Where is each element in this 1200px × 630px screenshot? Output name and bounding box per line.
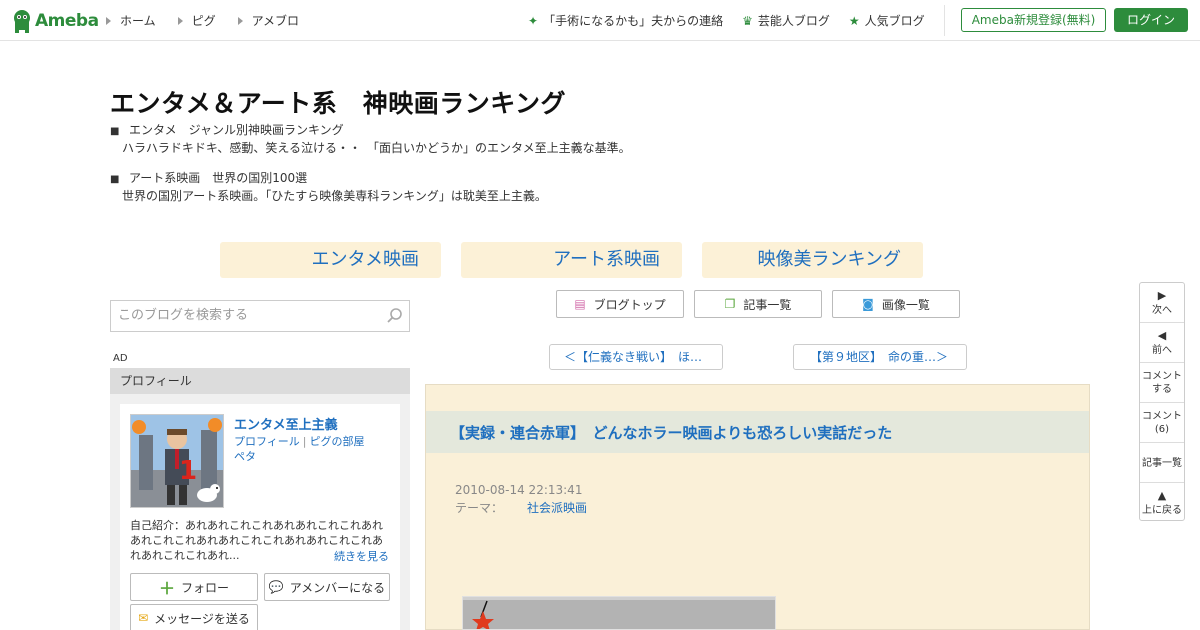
camera-icon: ◙ [862, 297, 874, 311]
envelope-icon: ✉ [138, 611, 149, 625]
profile-name[interactable]: エンタメ至上主義 [234, 414, 338, 433]
nav-item-pigg[interactable]: ピグ [177, 12, 216, 29]
bullet: ■ [110, 174, 120, 185]
article-title[interactable]: 【実録・連合赤軍】 どんなホラー映画よりも恐ろしい実話だった [450, 422, 892, 443]
nav-item-label: ピグ [191, 14, 216, 28]
featured-links: ✦ 「手術になるかも」夫からの連絡 ♛ 芸能人ブログ ★ 人気ブログ [528, 12, 944, 29]
pages-icon: ❐ [724, 297, 736, 311]
floating-nav: ▶ 次へ ◀ 前へ コメント する コメント (6) 記事一覧 ▲ 上に戻る [1139, 282, 1185, 521]
follow-button[interactable]: ＋ フォロー [130, 573, 258, 601]
global-nav: ホーム ピグ アメブロ [106, 12, 321, 29]
featured-link-label: 芸能人ブログ [757, 14, 830, 28]
blog-search-input[interactable]: このブログを検索する [110, 300, 410, 332]
login-button[interactable]: ログイン [1114, 8, 1188, 32]
register-button[interactable]: Ameba新規登録(無料) [961, 8, 1106, 32]
triangle-right-icon [106, 16, 111, 25]
blog-description-2: ■ アート系映画 世界の国別100選 世界の国別アート系映画。「ひたすら映像美専科… [110, 170, 547, 204]
description-heading: エンタメ ジャンル別神映画ランキング [129, 123, 344, 137]
article-list-side-button[interactable]: 記事一覧 [1140, 443, 1184, 483]
button-label: ブログトップ [593, 297, 666, 312]
diamond-icon: ✦ [528, 13, 539, 28]
next-article-link[interactable]: 【第９地区】 命の重…＞ [793, 344, 967, 370]
read-more-link[interactable]: 続きを見る [334, 548, 389, 564]
link-separator: | [302, 435, 307, 448]
previous-article-button[interactable]: ◀ 前へ [1140, 323, 1184, 363]
blog-title[interactable]: エンタメ＆アート系 神映画ランキング [110, 84, 566, 120]
profile-link[interactable]: プロフィール [234, 435, 300, 448]
nav-item-label: アメブロ [251, 14, 300, 28]
featured-link-popular-blog[interactable]: ★ 人気ブログ [849, 12, 925, 29]
description-heading: アート系映画 世界の国別100選 [129, 171, 308, 185]
search-icon[interactable] [386, 307, 404, 325]
avatar-image: 1 [131, 415, 223, 507]
button-label: 上に戻る [1142, 505, 1182, 516]
star-icon: ★ [848, 13, 860, 28]
ad-label: AD [113, 353, 128, 364]
play-right-icon: ▶ [1157, 289, 1167, 302]
article-photo [463, 597, 775, 629]
featured-link-celebrity-blog[interactable]: ♛ 芸能人ブログ [742, 12, 830, 29]
play-left-icon: ◀ [1157, 329, 1167, 342]
crown-icon: ♛ [742, 13, 753, 28]
featured-link-label: 「手術になるかも」夫からの連絡 [543, 14, 724, 28]
blog-description-1: ■ エンタメ ジャンル別神映画ランキング ハラハラドキドキ、感動、笑える泣ける・・… [110, 122, 631, 156]
button-label: フォロー [181, 580, 230, 595]
nav-item-label: ホーム [120, 14, 156, 28]
amember-button[interactable]: 💬 アメンバーになる [264, 573, 390, 601]
article-date: 2010-08-14 22:13:41 [455, 483, 583, 497]
chat-bubble-icon: 💬 [268, 580, 284, 594]
tab-visual-beauty-ranking[interactable]: 映像美ランキング [702, 242, 923, 278]
peta-link[interactable]: ペタ [234, 450, 256, 463]
featured-link-label: 人気ブログ [864, 14, 925, 28]
article-image[interactable] [462, 596, 776, 630]
nav-item-ameblo[interactable]: アメブロ [237, 12, 300, 29]
description-body: ハラハラドキドキ、感動、笑える泣ける・・ 「面白いかどうか」のエンタメ至上主義な… [122, 141, 631, 155]
description-body: 世界の国別アート系映画。「ひたすら映像美専科ランキング」は耽美至上主義。 [122, 189, 547, 203]
button-label: 前へ [1152, 345, 1172, 356]
comments-count-button[interactable]: コメント (6) [1140, 403, 1184, 443]
document-icon: ▤ [574, 297, 586, 311]
blog-top-button[interactable]: ▤ ブログトップ [556, 290, 684, 318]
tab-entertainment-movies[interactable]: エンタメ映画 [220, 242, 441, 278]
nav-item-home[interactable]: ホーム [106, 12, 156, 29]
header-divider [944, 5, 945, 36]
write-comment-button[interactable]: コメント する [1140, 363, 1184, 403]
back-to-top-button[interactable]: ▲ 上に戻る [1140, 483, 1184, 521]
featured-link-news[interactable]: ✦ 「手術になるかも」夫からの連絡 [528, 12, 723, 29]
plus-icon: ＋ [158, 579, 175, 598]
tab-art-movies[interactable]: アート系映画 [461, 242, 682, 278]
pigg-room-link[interactable]: ピグの部屋 [310, 435, 365, 448]
triangle-right-icon [237, 16, 243, 25]
ameba-logo-icon [14, 10, 30, 33]
button-label: メッセージを送る [154, 611, 250, 626]
button-label: アメンバーになる [289, 580, 386, 595]
article-theme-label: テーマ： [455, 501, 504, 515]
next-article-button[interactable]: ▶ 次へ [1140, 283, 1184, 323]
triangle-right-icon [177, 16, 183, 25]
button-label: 記事一覧 [743, 297, 792, 312]
bullet: ■ [110, 126, 120, 137]
previous-article-link[interactable]: ＜【仁義なき戦い】 ほ… [549, 344, 723, 370]
image-list-button[interactable]: ◙ 画像一覧 [832, 290, 960, 318]
button-label: 画像一覧 [881, 297, 930, 312]
article-list-button[interactable]: ❐ 記事一覧 [694, 290, 822, 318]
avatar[interactable]: 1 [130, 414, 224, 508]
svg-text:1: 1 [179, 456, 197, 486]
logo-text: Ameba [35, 11, 99, 31]
global-header: Ameba ホーム ピグ アメブロ ✦ 「手術になるかも」夫からの連絡 ♛ 芸能… [0, 0, 1200, 41]
ameba-logo[interactable]: Ameba [12, 8, 99, 34]
article-theme-link[interactable]: 社会派映画 [527, 499, 587, 516]
button-label: 次へ [1152, 305, 1172, 316]
profile-heading: プロフィール [110, 368, 410, 394]
send-message-button[interactable]: ✉ メッセージを送る [130, 604, 258, 630]
triangle-up-icon: ▲ [1157, 489, 1167, 502]
profile-links: プロフィール | ピグの部屋 ペタ [234, 434, 365, 464]
